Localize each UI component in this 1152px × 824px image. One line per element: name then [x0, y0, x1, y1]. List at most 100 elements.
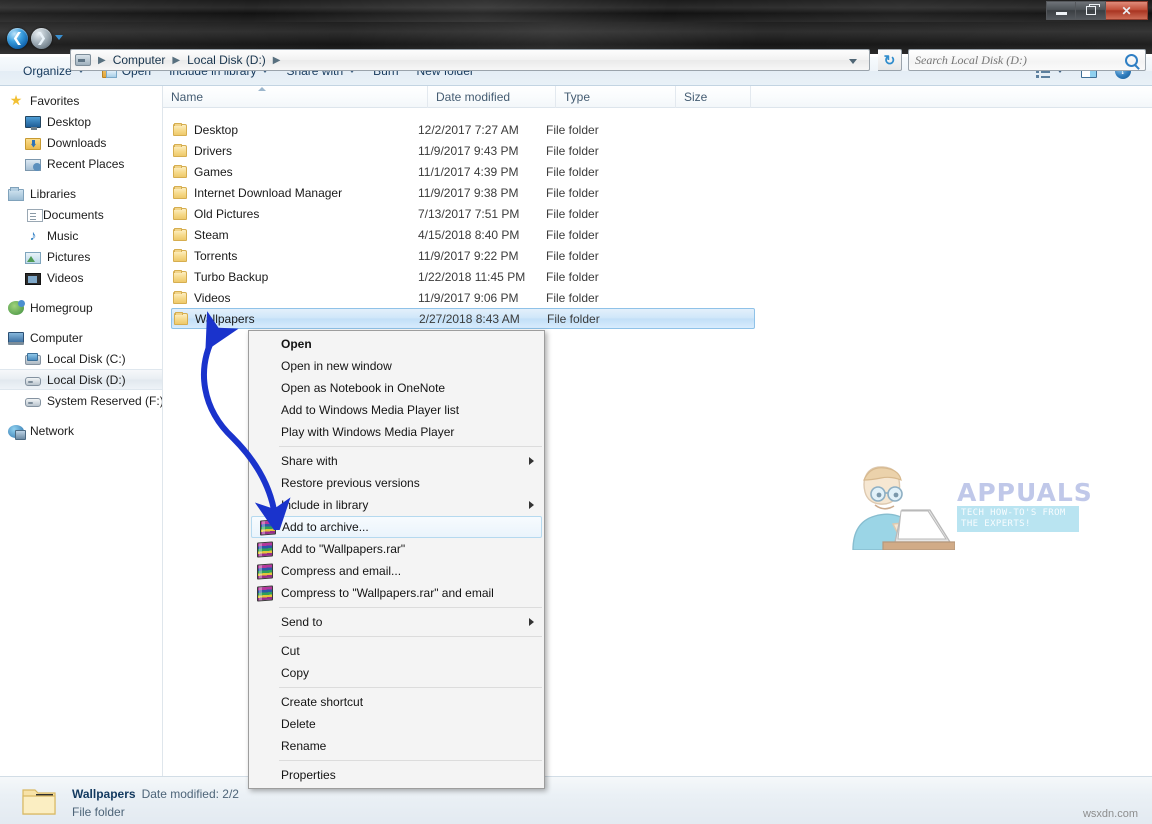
- table-row[interactable]: Turbo Backup 1/22/2018 11:45 PM File fol…: [163, 266, 1152, 287]
- menu-item-restore-previous-versions[interactable]: Restore previous versions: [249, 472, 544, 494]
- file-name-cell: Old Pictures: [163, 206, 418, 221]
- folder-icon: [173, 122, 187, 136]
- corner-watermark: wsxdn.com: [1082, 808, 1138, 820]
- context-menu[interactable]: Open Open in new window Open as Notebook…: [248, 330, 545, 789]
- search-icon[interactable]: [1125, 53, 1138, 67]
- sidebar-label: Network: [30, 423, 75, 438]
- sidebar-item-documents[interactable]: Documents: [0, 204, 162, 225]
- menu-item-add-to-windows-media-player-list[interactable]: Add to Windows Media Player list: [249, 399, 544, 421]
- table-row[interactable]: Games 11/1/2017 4:39 PM File folder: [163, 161, 1152, 182]
- table-row[interactable]: Videos 11/9/2017 9:06 PM File folder: [163, 287, 1152, 308]
- sidebar-label: Recent Places: [47, 156, 125, 171]
- menu-item-open[interactable]: Open: [249, 333, 544, 355]
- search-box[interactable]: [908, 49, 1146, 71]
- menu-item-rename[interactable]: Rename: [249, 735, 544, 757]
- menu-item-properties[interactable]: Properties: [249, 764, 544, 786]
- column-header-size[interactable]: Size: [676, 85, 751, 108]
- file-date: 1/22/2018 11:45 PM: [418, 269, 526, 284]
- menu-item-share-with[interactable]: Share with: [249, 450, 544, 472]
- menu-item-compress-and-email[interactable]: Compress and email...: [249, 560, 544, 582]
- table-row[interactable]: Torrents 11/9/2017 9:22 PM File folder: [163, 245, 1152, 266]
- table-row[interactable]: Drivers 11/9/2017 9:43 PM File folder: [163, 140, 1152, 161]
- menu-item-open-in-new-window[interactable]: Open in new window: [249, 355, 544, 377]
- sidebar-item-recent-places[interactable]: Recent Places: [0, 153, 162, 174]
- file-name-cell: Games: [163, 164, 418, 179]
- watermark-tagline-line2: THE EXPERTS!: [961, 519, 1031, 529]
- drive-icon: [25, 397, 41, 407]
- file-type: File folder: [547, 311, 600, 326]
- breadcrumb-item-local-disk-d[interactable]: Local Disk (D:): [185, 52, 268, 68]
- sidebar-item-local-disk-c[interactable]: Local Disk (C:): [0, 348, 162, 369]
- file-name: Steam: [194, 227, 229, 242]
- status-item-kind: File folder: [72, 805, 125, 819]
- file-date: 4/15/2018 8:40 PM: [418, 227, 520, 242]
- system-drive-icon: [25, 353, 41, 365]
- watermark-tagline-line1: TECH HOW-TO'S FROM: [961, 508, 1066, 518]
- navigation-pane[interactable]: ★ Favorites Desktop Downloads Recent Pla…: [0, 86, 163, 776]
- minimize-button[interactable]: [1046, 1, 1076, 20]
- sidebar-item-system-reserved-f[interactable]: System Reserved (F:): [0, 390, 162, 411]
- breadcrumb-separator-2: ▶: [272, 54, 281, 66]
- table-row[interactable]: Desktop 12/2/2017 7:27 AM File folder: [163, 119, 1152, 140]
- breadcrumb[interactable]: ▶ Computer ▶ Local Disk (D:) ▶: [70, 49, 870, 71]
- sidebar-item-desktop[interactable]: Desktop: [0, 111, 162, 132]
- table-row[interactable]: Steam 4/15/2018 8:40 PM File folder: [163, 224, 1152, 245]
- menu-item-add-to-archive[interactable]: Add to archive...: [251, 516, 542, 538]
- menu-item-label: Compress to "Wallpapers.rar" and email: [281, 586, 494, 600]
- sidebar-label: Local Disk (D:): [47, 372, 126, 387]
- sidebar-item-computer[interactable]: Computer: [0, 327, 162, 348]
- submenu-arrow-icon: [529, 457, 534, 465]
- sidebar-label: Favorites: [30, 93, 80, 108]
- menu-item-play-with-windows-media-player[interactable]: Play with Windows Media Player: [249, 421, 544, 443]
- menu-item-compress-to-wallpapers-rar-and-email[interactable]: Compress to "Wallpapers.rar" and email: [249, 582, 544, 604]
- menu-item-copy[interactable]: Copy: [249, 662, 544, 684]
- menu-separator: [279, 687, 542, 688]
- menu-item-add-to-wallpapers-rar[interactable]: Add to "Wallpapers.rar": [249, 538, 544, 560]
- table-row[interactable]: Old Pictures 7/13/2017 7:51 PM File fold…: [163, 203, 1152, 224]
- close-button[interactable]: ✕: [1106, 1, 1148, 20]
- menu-item-open-as-notebook-in-onenote[interactable]: Open as Notebook in OneNote: [249, 377, 544, 399]
- column-header-type[interactable]: Type: [556, 85, 676, 108]
- sidebar-item-libraries[interactable]: Libraries: [0, 183, 162, 204]
- file-date: 2/27/2018 8:43 AM: [419, 311, 520, 326]
- column-label: Name: [171, 89, 204, 104]
- sidebar-item-favorites[interactable]: ★ Favorites: [0, 90, 162, 111]
- sidebar-item-music[interactable]: ♪ Music: [0, 225, 162, 246]
- history-dropdown-icon[interactable]: [55, 35, 63, 40]
- search-input[interactable]: [913, 51, 1125, 69]
- drive-icon: [25, 376, 41, 386]
- folder-icon: [173, 206, 187, 220]
- restore-button[interactable]: [1076, 1, 1106, 20]
- sidebar-item-local-disk-d[interactable]: Local Disk (D:): [0, 369, 162, 390]
- recent-places-icon: [25, 158, 41, 171]
- sidebar-item-videos[interactable]: Videos: [0, 267, 162, 288]
- winrar-icon: [260, 518, 276, 536]
- sidebar-item-downloads[interactable]: Downloads: [0, 132, 162, 153]
- sidebar-item-pictures[interactable]: Pictures: [0, 246, 162, 267]
- column-header-date-modified[interactable]: Date modified: [428, 85, 556, 108]
- file-date: 11/9/2017 9:06 PM: [418, 290, 519, 305]
- file-name: Internet Download Manager: [194, 185, 343, 200]
- breadcrumb-item-computer[interactable]: Computer: [111, 52, 168, 68]
- minimize-icon: [1055, 12, 1067, 15]
- folder-icon: [174, 311, 188, 325]
- menu-item-send-to[interactable]: Send to: [249, 611, 544, 633]
- table-row[interactable]: Internet Download Manager 11/9/2017 9:38…: [163, 182, 1152, 203]
- file-name: Videos: [194, 290, 231, 305]
- refresh-button[interactable]: ↻: [878, 49, 902, 71]
- address-dropdown-icon[interactable]: [849, 59, 857, 64]
- menu-item-create-shortcut[interactable]: Create shortcut: [249, 691, 544, 713]
- menu-item-include-in-library[interactable]: Include in library: [249, 494, 544, 516]
- sidebar-item-homegroup[interactable]: Homegroup: [0, 297, 162, 318]
- sidebar-item-network[interactable]: Network: [0, 420, 162, 441]
- folder-icon: [173, 164, 187, 178]
- table-row-selected[interactable]: Wallpapers 2/27/2018 8:43 AM File folder: [171, 308, 755, 329]
- restore-icon: [1085, 4, 1100, 15]
- menu-item-label: Play with Windows Media Player: [281, 425, 455, 439]
- window-controls: ✕: [1046, 1, 1148, 20]
- menu-item-cut[interactable]: Cut: [249, 640, 544, 662]
- forward-button[interactable]: ❯: [31, 28, 52, 49]
- column-header-name[interactable]: Name: [163, 85, 428, 108]
- menu-item-delete[interactable]: Delete: [249, 713, 544, 735]
- back-button[interactable]: ❮: [7, 28, 28, 49]
